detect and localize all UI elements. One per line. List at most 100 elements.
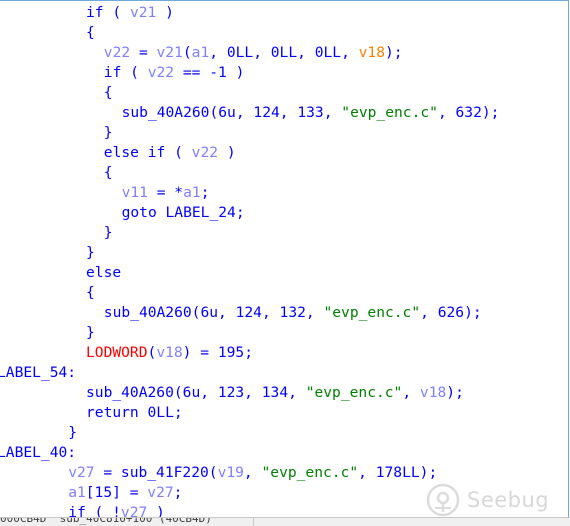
code-line[interactable]: LABEL_54: [0, 363, 76, 383]
code-line[interactable]: v27 = sub_41F220(v19, "evp_enc.c", 178LL… [68, 463, 437, 483]
code-line[interactable]: { [86, 283, 95, 303]
code-token-kw: if ( [86, 4, 130, 21]
code-line[interactable]: v22 = v21(a1, 0LL, 0LL, 0LL, v18); [104, 43, 403, 63]
code-token-lit: 133 [297, 104, 324, 121]
code-line[interactable]: sub_40A260(6u, 124, 132, "evp_enc.c", 62… [104, 303, 482, 323]
code-line[interactable]: if ( v22 == -1 ) [104, 63, 245, 83]
code-token-arg: v18 [358, 44, 385, 61]
code-token-kw: else if ( [103, 144, 192, 161]
code-token-var: v11 [121, 184, 148, 201]
code-line[interactable]: else [86, 263, 121, 283]
code-token-kw: ( [182, 44, 192, 61]
code-token-kw: return [86, 404, 148, 421]
code-line[interactable]: v11 = *a1; [122, 183, 210, 203]
code-token-kw: { [86, 24, 95, 41]
code-line[interactable]: { [104, 83, 113, 103]
code-token-kw: ); [446, 384, 464, 401]
code-token-lit: 0LL [226, 44, 254, 61]
code-token-kw: goto LABEL_24; [121, 204, 245, 221]
code-token-var: v18 [419, 384, 447, 401]
code-token-lit: 134 [261, 384, 289, 401]
code-token-kw: ); [419, 464, 438, 481]
code-token-lit: 0LL [314, 44, 342, 61]
code-token-kw: ) [156, 4, 174, 21]
seebug-watermark-text: Seebug [467, 488, 550, 512]
code-token-kw: ) [218, 144, 236, 161]
code-token-lit: 6u [182, 384, 201, 401]
code-line[interactable]: else if ( v22 ) [104, 143, 236, 163]
code-token-kw: sub_40A260( [121, 104, 219, 121]
code-token-kw: else [86, 264, 122, 281]
code-token-kw: ) [226, 64, 245, 81]
code-token-lit: 178LL [375, 464, 420, 481]
code-line[interactable]: LODWORD(v18) = 195; [86, 343, 253, 363]
code-token-kw: } [86, 244, 95, 261]
code-token-kw: ); [385, 44, 403, 61]
code-token-kw: , [218, 304, 236, 321]
code-line[interactable]: a1[15] = v27; [68, 483, 182, 503]
code-token-lit: 0LL [147, 404, 174, 421]
code-line[interactable]: } [104, 223, 113, 243]
code-line[interactable]: } [86, 323, 95, 343]
code-token-kw: , [305, 304, 324, 321]
code-token-kw: , [279, 104, 298, 121]
code-line[interactable]: { [104, 163, 113, 183]
status-separator [253, 518, 254, 526]
code-token-var: v21 [156, 44, 183, 61]
code-token-var: a1 [183, 184, 201, 201]
code-token-str: "evp_enc.c" [341, 104, 438, 121]
pseudocode-view[interactable]: if ( v21 ){v22 = v21(a1, 0LL, 0LL, 0LL, … [0, 0, 569, 526]
code-token-kw: == [174, 64, 210, 81]
code-token-kw: , [420, 304, 438, 321]
code-token-str: "evp_enc.c" [261, 464, 359, 481]
code-token-var: v22 [103, 44, 131, 61]
code-token-kw: } [103, 224, 113, 241]
code-token-kw: , [358, 464, 376, 481]
code-line[interactable]: } [86, 243, 95, 263]
code-token-var: v22 [191, 144, 219, 161]
code-line[interactable]: if ( v21 ) [86, 3, 174, 23]
code-token-lit: 123 [217, 384, 245, 401]
code-token-var: v21 [129, 4, 157, 21]
code-token-lit: 6u [200, 304, 219, 321]
code-token-kw: , [323, 104, 342, 121]
code-token-kw: ; [200, 184, 210, 201]
code-line[interactable]: sub_40A260(6u, 123, 134, "evp_enc.c", v1… [86, 383, 464, 403]
code-token-kw: { [103, 164, 113, 181]
code-token-lit: 632 [455, 104, 482, 121]
seebug-logo-icon [426, 483, 460, 517]
code-token-str: "evp_enc.c" [323, 304, 421, 321]
code-token-kw: if ( [103, 64, 148, 81]
code-line[interactable]: } [104, 123, 113, 143]
code-token-kw: , [402, 384, 420, 401]
code-line[interactable]: return 0LL; [86, 403, 183, 423]
code-token-kw: , [244, 384, 262, 401]
code-token-var: v27 [147, 484, 174, 501]
code-token-kw: , [261, 304, 280, 321]
code-token-kw: { [86, 284, 95, 301]
code-token-kw: } [103, 124, 113, 141]
code-token-kw: ) = [182, 344, 218, 361]
code-token-kw: , [297, 44, 315, 61]
code-token-kw: , [235, 104, 254, 121]
code-token-lit: 626 [437, 304, 465, 321]
code-token-kw: , [209, 44, 227, 61]
code-token-var: v22 [147, 64, 175, 81]
code-token-kw: , [243, 464, 262, 481]
code-line[interactable]: { [86, 23, 95, 43]
code-token-var: a1 [191, 44, 210, 61]
code-line[interactable]: sub_40A260(6u, 124, 133, "evp_enc.c", 63… [122, 103, 500, 123]
code-token-lit: 132 [279, 304, 306, 321]
code-line[interactable]: } [68, 423, 77, 443]
code-token-str: "evp_enc.c" [305, 384, 403, 401]
code-token-lit: 0LL [270, 44, 298, 61]
code-token-kw: , [200, 384, 218, 401]
seebug-watermark: Seebug [425, 480, 549, 520]
code-token-kw: ; [244, 344, 253, 361]
code-token-kw: ; [173, 404, 183, 421]
code-token-kw: sub_40A260( [103, 304, 201, 321]
code-line[interactable]: LABEL_40: [0, 443, 76, 463]
code-token-var: v27 [68, 464, 95, 481]
code-token-var: v18 [156, 344, 183, 361]
code-line[interactable]: goto LABEL_24; [122, 203, 245, 223]
